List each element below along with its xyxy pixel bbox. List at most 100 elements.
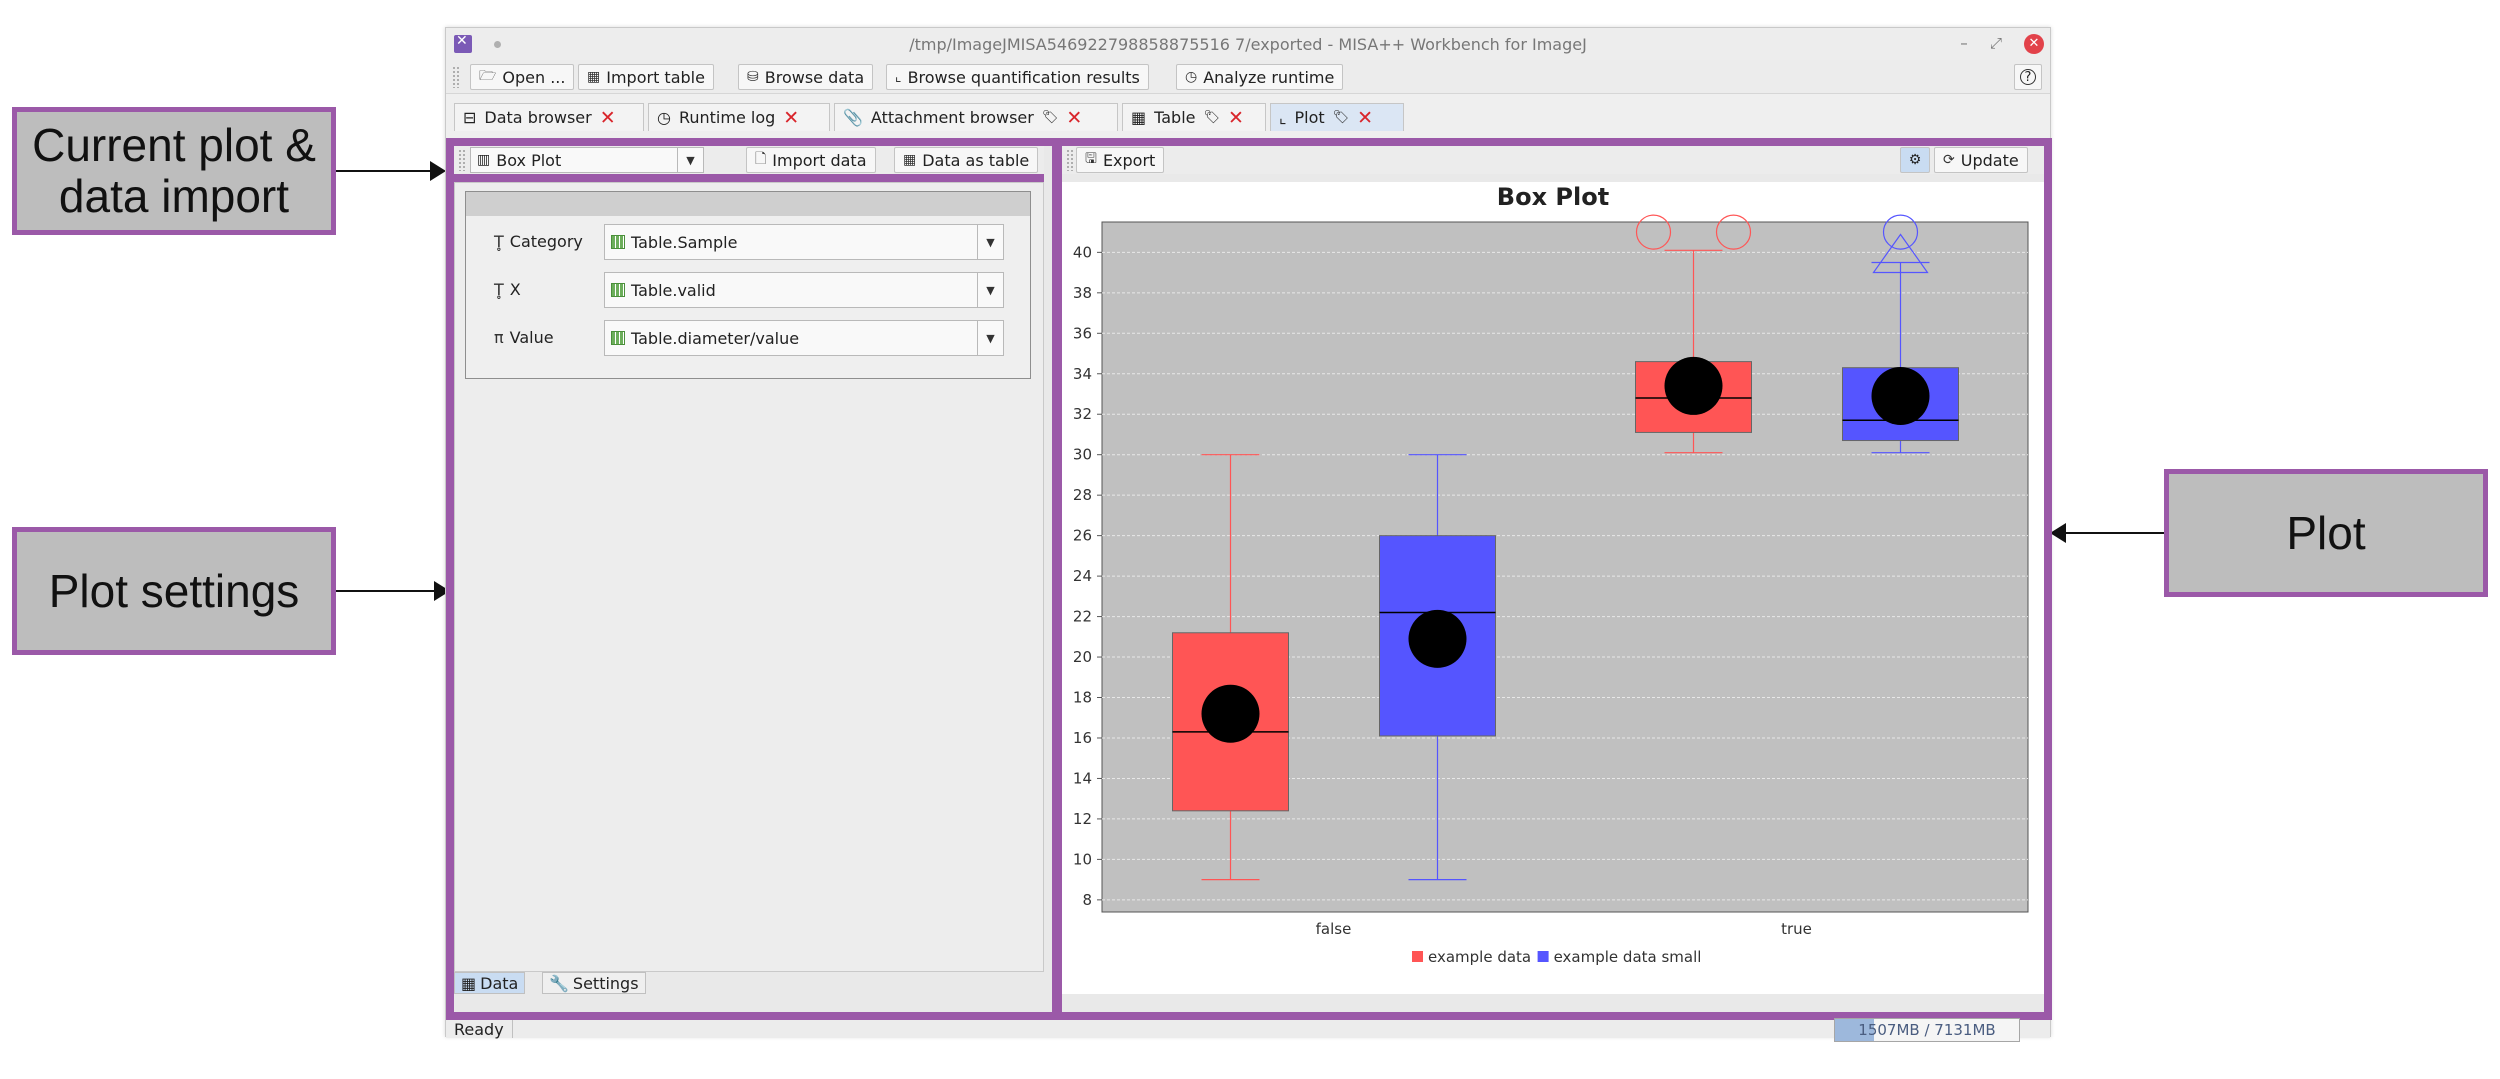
mean-marker	[1201, 684, 1260, 743]
x-label: X	[509, 280, 521, 299]
browse-data-label: Browse data	[764, 67, 865, 87]
close-window-icon[interactable]: ✕	[2024, 34, 2044, 54]
legend-swatch	[1537, 951, 1549, 962]
export-button[interactable]: 🖫 Export	[1076, 147, 1165, 173]
y-tick-label: 36	[1073, 324, 1092, 342]
value-column-select[interactable]: Table.diameter/value ▼	[604, 320, 1004, 356]
y-tick-label: 22	[1073, 608, 1092, 626]
tab-table[interactable]: ▦ Table 🏷 ✕	[1122, 103, 1266, 131]
chevron-down-icon[interactable]: ▼	[977, 273, 1003, 307]
split-pane-divider[interactable]	[1052, 146, 1062, 1012]
toolbar-grip[interactable]	[1066, 149, 1074, 171]
plot-settings-panel: T̥ Category Table.Sample ▼ T̥ X Table.va…	[454, 182, 1044, 972]
table-icon: ▦	[461, 973, 477, 993]
window-title: /tmp/ImageJMISA546922798858875516 7/expo…	[909, 35, 1587, 54]
help-button[interactable]: ?	[2014, 64, 2042, 90]
close-tab-icon[interactable]: ✕	[1066, 107, 1082, 129]
open-button-label: Open ...	[502, 67, 566, 87]
text-type-icon: T̥	[494, 280, 504, 299]
callout-plot-label: Plot	[2286, 506, 2366, 559]
plot-type-select[interactable]: ▥ Box Plot ▼	[470, 147, 704, 173]
maximize-icon[interactable]: ⤢	[1986, 34, 2006, 52]
callout-current-plot-label: Current plot & data import	[32, 119, 316, 222]
plot-area[interactable]: Box Plot 8 10 12 14 16 18 20 22 24 26 28 30 32 34 36 38 4…	[1062, 182, 2044, 994]
export-label: Export	[1102, 150, 1156, 170]
save-icon: 🖫	[1085, 151, 1097, 167]
column-icon	[611, 235, 625, 249]
y-tick-label: 26	[1073, 527, 1092, 545]
browse-quantification-button[interactable]: ⌞ Browse quantification results	[886, 64, 1149, 90]
arrow-current-plot	[336, 161, 446, 181]
tab-table-label: Table	[1154, 108, 1196, 127]
tab-plot[interactable]: ⌞ Plot 🏷 ✕	[1270, 103, 1404, 131]
tab-data[interactable]: ▦ Data	[454, 972, 526, 994]
plot-type-value: Box Plot	[496, 150, 562, 170]
app-window: /tmp/ImageJMISA546922798858875516 7/expo…	[445, 27, 2052, 1042]
tag-icon[interactable]: 🏷	[1042, 110, 1059, 125]
y-tick-label: 34	[1073, 365, 1092, 383]
parameter-label: T̥ X	[494, 280, 521, 299]
tab-runtime-log[interactable]: ◷ Runtime log ✕	[648, 103, 830, 131]
import-table-label: Import table	[606, 67, 705, 87]
tab-data-label: Data	[480, 973, 519, 993]
category-column-select[interactable]: Table.Sample ▼	[604, 224, 1004, 260]
legend-swatch	[1412, 951, 1423, 962]
table-icon: ▦	[903, 152, 917, 168]
gear-icon: ⚙	[1908, 152, 1922, 168]
close-tab-icon[interactable]: ✕	[1357, 107, 1373, 129]
data-as-table-label: Data as table	[922, 150, 1030, 170]
settings-tab-bar: ▦ Data 🔧 Settings	[454, 972, 1044, 994]
clock-icon: ◷	[1185, 69, 1198, 85]
toolbar-grip[interactable]	[458, 149, 466, 171]
memory-indicator[interactable]: 1507MB / 7131MB	[1834, 1018, 2020, 1042]
y-tick-label: 32	[1073, 405, 1092, 423]
help-icon: ?	[2020, 69, 2036, 85]
callout-current-plot: Current plot & data import	[12, 107, 336, 235]
text-type-icon: T̥	[494, 232, 504, 251]
y-tick-label: 40	[1073, 243, 1092, 261]
chevron-down-icon[interactable]: ▼	[677, 148, 703, 172]
table-icon: ▦	[587, 69, 601, 85]
column-icon	[611, 331, 625, 345]
arrow-plot	[2050, 523, 2164, 543]
y-tick-label: 12	[1073, 810, 1092, 828]
tag-icon[interactable]: 🏷	[1333, 110, 1350, 125]
parameter-label: T̥ Category	[494, 232, 583, 251]
browse-data-button[interactable]: ⛁ Browse data	[738, 64, 874, 90]
tab-settings[interactable]: 🔧 Settings	[542, 972, 646, 994]
open-button[interactable]: 🗁 Open ...	[470, 64, 575, 90]
x-column-select[interactable]: Table.valid ▼	[604, 272, 1004, 308]
import-table-button[interactable]: ▦ Import table	[578, 64, 714, 90]
y-tick-label: 30	[1073, 446, 1092, 464]
chevron-down-icon[interactable]: ▼	[977, 225, 1003, 259]
value-label: Value	[509, 328, 554, 347]
plot-type-toolbar: ▥ Box Plot ▼ 🗋 Import data ▦ Data as tab…	[454, 146, 1044, 174]
file-import-icon: 🗋	[755, 151, 767, 167]
minimize-icon[interactable]: –	[1954, 34, 1974, 52]
auto-update-toggle[interactable]: ⚙	[1900, 147, 1930, 173]
close-tab-icon[interactable]: ✕	[783, 107, 799, 129]
toolbar-grip[interactable]	[452, 66, 460, 88]
parameter-row-value: π Value Table.diameter/value ▼	[466, 318, 1030, 358]
table-icon: ⊟	[463, 108, 477, 127]
plot-editor-frame: ▥ Box Plot ▼ 🗋 Import data ▦ Data as tab…	[446, 138, 2052, 1020]
parameter-row-x: T̥ X Table.valid ▼	[466, 270, 1030, 310]
y-tick-label: 10	[1073, 850, 1092, 868]
category-label: Category	[509, 232, 583, 251]
bar-chart-icon: ▥	[477, 152, 491, 168]
y-tick-label: 28	[1073, 486, 1092, 504]
tab-data-browser[interactable]: ⊟ Data browser ✕	[454, 103, 644, 131]
table-icon: ▦	[1131, 108, 1147, 127]
data-as-table-button[interactable]: ▦ Data as table	[894, 147, 1039, 173]
tab-attachment-browser[interactable]: 📎 Attachment browser 🏷 ✕	[834, 103, 1118, 131]
chevron-down-icon[interactable]: ▼	[977, 321, 1003, 355]
import-data-button[interactable]: 🗋 Import data	[746, 147, 876, 173]
parameter-label: π Value	[494, 328, 554, 347]
close-tab-icon[interactable]: ✕	[600, 107, 616, 129]
tab-plot-label: Plot	[1294, 108, 1325, 127]
analyze-runtime-button[interactable]: ◷ Analyze runtime	[1176, 64, 1344, 90]
update-button[interactable]: ⟳ Update	[1934, 147, 2028, 173]
tag-icon[interactable]: 🏷	[1204, 110, 1221, 125]
close-tab-icon[interactable]: ✕	[1228, 107, 1244, 129]
y-tick-label: 14	[1073, 769, 1092, 787]
